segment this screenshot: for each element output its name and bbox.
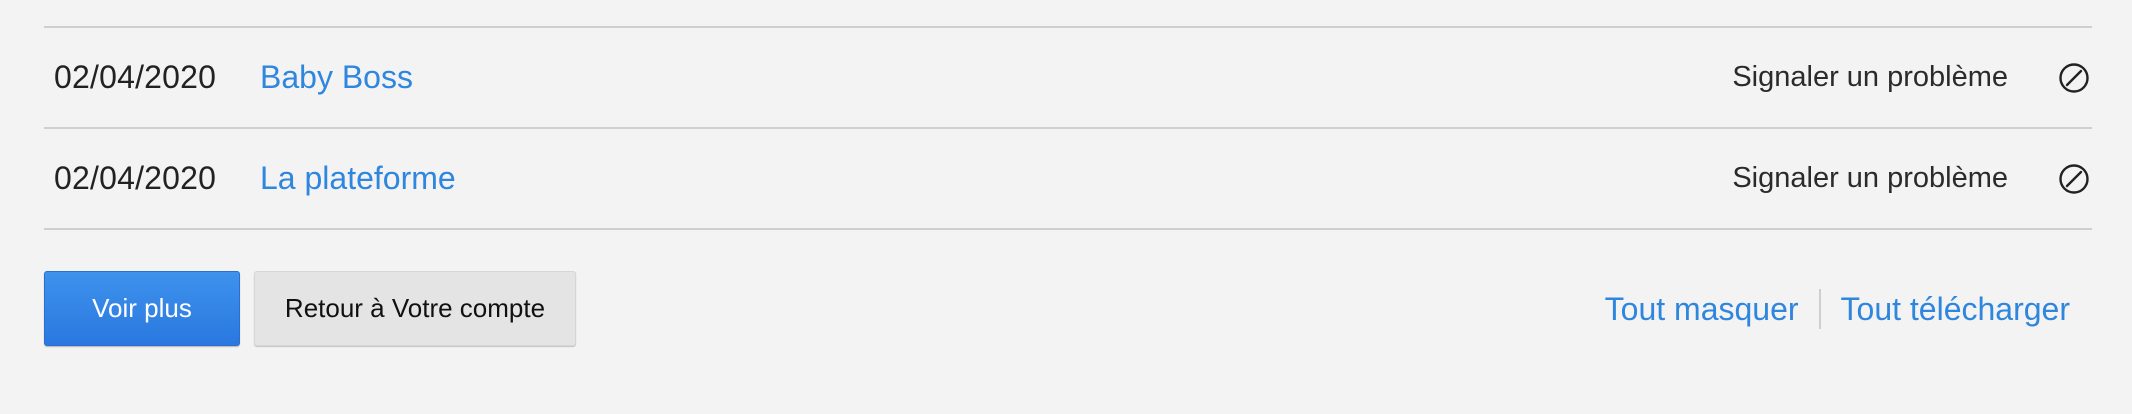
download-all-link[interactable]: Tout télécharger — [1841, 291, 2070, 328]
activity-list: 02/04/2020 Baby Boss Signaler un problèm… — [44, 26, 2092, 230]
activity-date: 02/04/2020 — [54, 160, 217, 196]
activity-row: 02/04/2020 La plateforme Signaler un pro… — [44, 129, 2092, 230]
activity-title-link[interactable]: Baby Boss — [260, 59, 413, 96]
block-icon[interactable] — [2058, 163, 2090, 195]
activity-title-link[interactable]: La plateforme — [260, 160, 456, 197]
see-more-button[interactable]: Voir plus — [44, 271, 240, 346]
report-problem-link[interactable]: Signaler un problème — [1732, 162, 2008, 195]
report-problem-link[interactable]: Signaler un problème — [1732, 61, 2008, 94]
viewing-activity-page: 02/04/2020 Baby Boss Signaler un problèm… — [0, 0, 2132, 414]
back-to-account-button[interactable]: Retour à Votre compte — [254, 271, 576, 346]
activity-row: 02/04/2020 Baby Boss Signaler un problèm… — [44, 28, 2092, 129]
link-separator — [1818, 289, 1821, 329]
action-buttons: Voir plus Retour à Votre compte — [44, 271, 576, 346]
bulk-links: Tout masquer Tout télécharger — [1605, 287, 2070, 331]
hide-all-link[interactable]: Tout masquer — [1605, 291, 1799, 328]
activity-date: 02/04/2020 — [54, 59, 217, 95]
block-icon[interactable] — [2058, 62, 2090, 94]
